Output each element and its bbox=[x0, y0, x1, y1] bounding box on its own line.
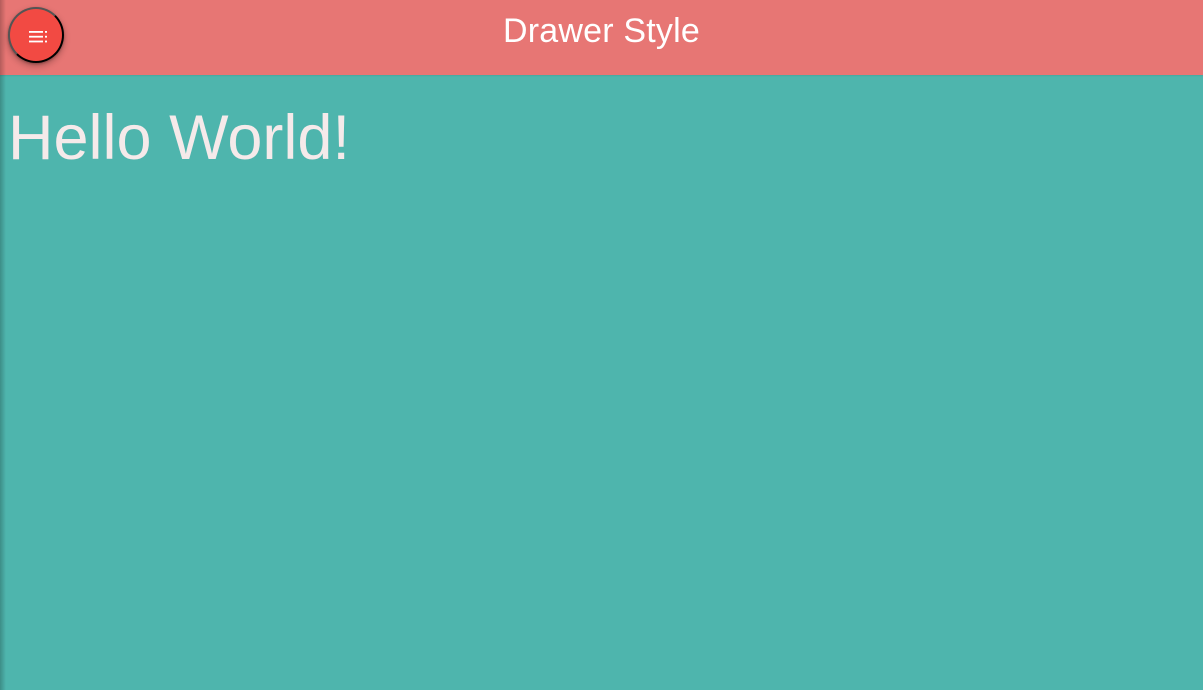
menu-button[interactable] bbox=[8, 7, 64, 63]
app-window: Drawer Style Hello World! bbox=[0, 0, 1203, 690]
app-header: Drawer Style bbox=[0, 0, 1203, 75]
menu-icon bbox=[29, 31, 47, 43]
drawer-edge-shadow bbox=[0, 0, 6, 690]
page-title: Drawer Style bbox=[502, 12, 700, 50]
main-content: Hello World! bbox=[8, 98, 350, 178]
hello-heading: Hello World! bbox=[8, 103, 350, 173]
